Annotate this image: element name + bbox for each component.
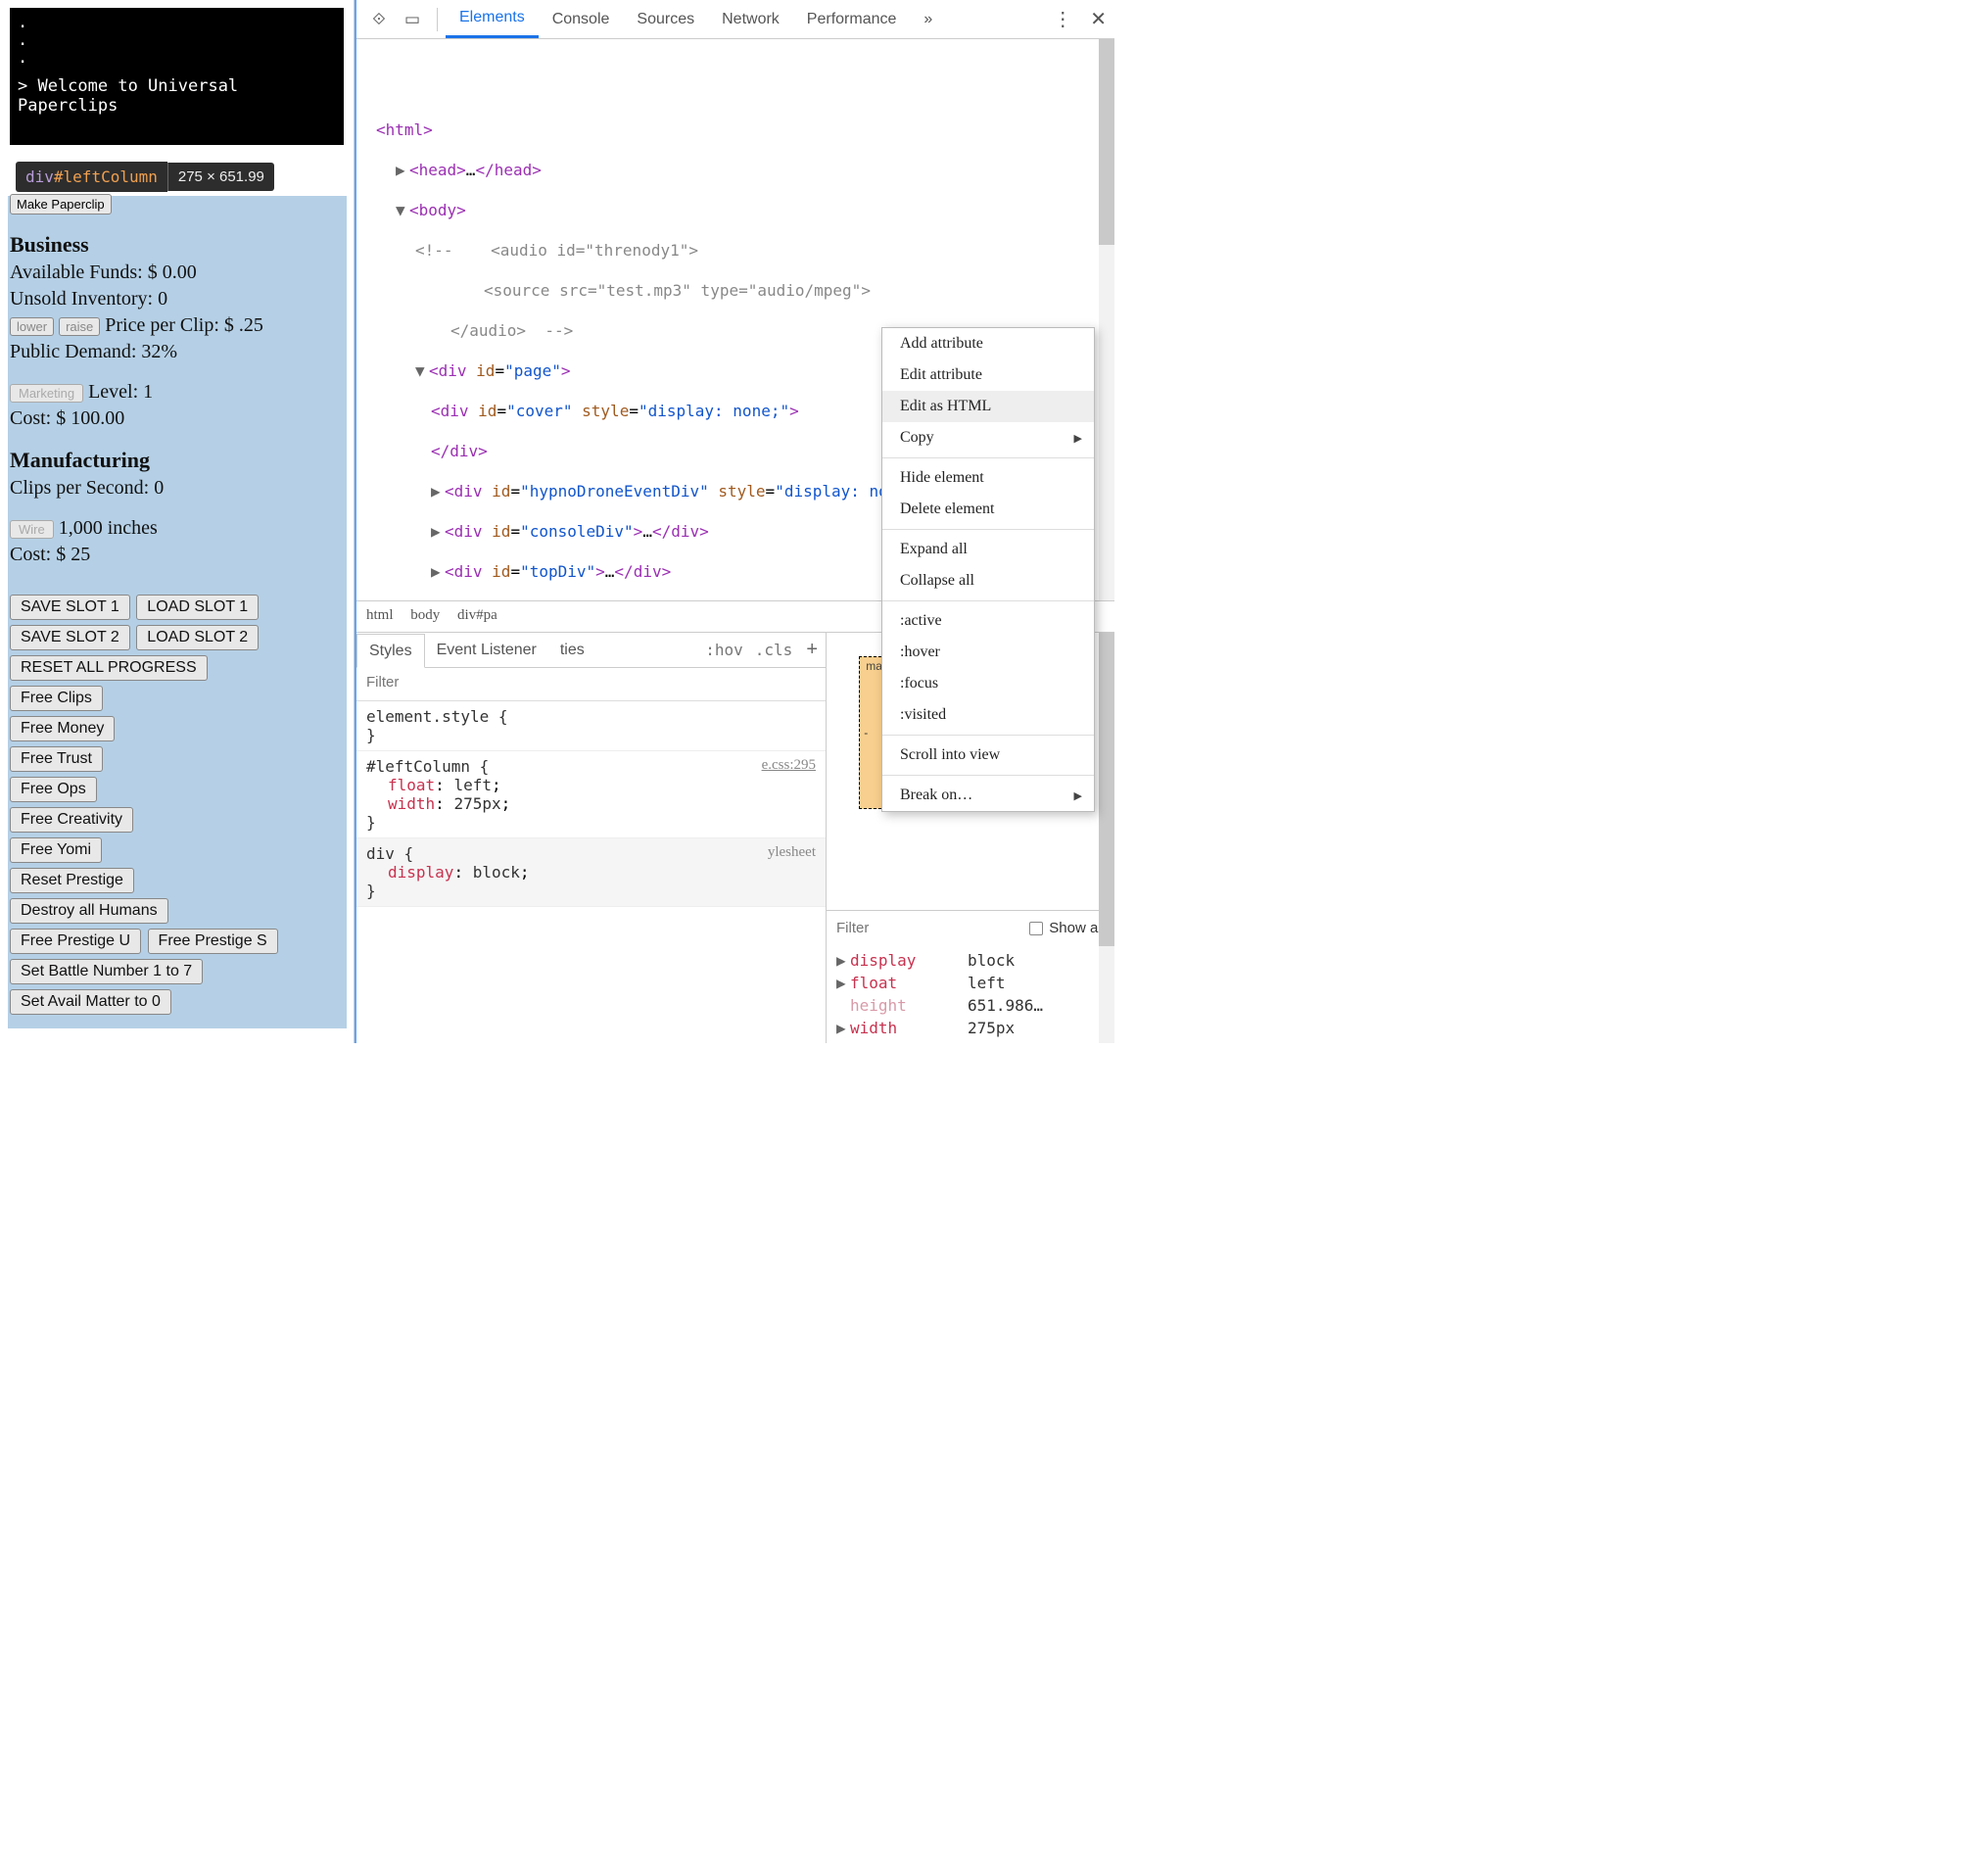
tab-console[interactable]: Console [539, 0, 624, 38]
show-all-toggle[interactable]: Show all [1029, 920, 1105, 936]
styles-pane: Styles Event Listener ties :hov .cls + e… [356, 633, 827, 1043]
debug-button[interactable]: Set Battle Number 1 to 7 [10, 959, 203, 984]
submenu-arrow-icon: ▶ [1074, 789, 1082, 802]
computed-filter-input[interactable] [836, 920, 934, 936]
ctx-copy[interactable]: Copy▶ [882, 422, 1094, 453]
debug-button[interactable]: Destroy all Humans [10, 898, 168, 924]
tab-elements[interactable]: Elements [446, 0, 539, 38]
console-dot: . [18, 31, 336, 49]
add-rule-icon[interactable]: + [806, 639, 818, 661]
save-slot-2-button[interactable]: SAVE SLOT 2 [10, 625, 130, 650]
load-slot-1-button[interactable]: LOAD SLOT 1 [136, 595, 259, 620]
more-tabs-icon[interactable]: » [910, 0, 946, 38]
ctx-scroll-into-view[interactable]: Scroll into view [882, 740, 1094, 771]
marketing-level: Level: 1 [88, 381, 153, 403]
css-source-label: ylesheet [768, 844, 816, 861]
device-toolbar-icon[interactable]: ▭ [396, 10, 429, 29]
ctx-visited[interactable]: :visited [882, 699, 1094, 731]
styles-tab[interactable]: Styles [356, 634, 425, 668]
devtools-panel: ⟐ ▭ Elements Console Sources Network Per… [355, 0, 1114, 1043]
css-source-link[interactable]: e.css:295 [762, 757, 816, 774]
submenu-arrow-icon: ▶ [1074, 432, 1082, 445]
hov-toggle[interactable]: :hov [699, 640, 749, 660]
ctx-collapse-all[interactable]: Collapse all [882, 565, 1094, 596]
close-devtools-icon[interactable]: ✕ [1090, 7, 1107, 31]
left-column: Make Paperclip Business Available Funds:… [10, 194, 344, 1017]
ctx-edit-attribute[interactable]: Edit attribute [882, 359, 1094, 391]
element-inspector-dim: 275 × 651.99 [167, 163, 274, 191]
lower-button[interactable]: lower [10, 317, 54, 336]
ctx-hover[interactable]: :hover [882, 637, 1094, 668]
debug-button[interactable]: Free Money [10, 716, 115, 741]
console-dot: . [18, 14, 336, 31]
styles-filter-input[interactable] [366, 674, 816, 691]
debug-button[interactable]: Free Ops [10, 777, 97, 802]
debug-button[interactable]: Set Avail Matter to 0 [10, 989, 171, 1015]
context-menu: Add attribute Edit attribute Edit as HTM… [881, 327, 1095, 812]
style-rule[interactable]: e.css:295 #leftColumn { float: left; wid… [356, 751, 826, 838]
wire-inches: 1,000 inches [59, 517, 158, 539]
debug-button[interactable]: Free Prestige U [10, 929, 141, 954]
tab-sources[interactable]: Sources [623, 0, 708, 38]
available-funds: Available Funds: $ 0.00 [10, 262, 344, 284]
tab-performance[interactable]: Performance [793, 0, 911, 38]
scrollbar-thumb[interactable] [1099, 633, 1114, 946]
computed-row[interactable]: ▶displayblock [836, 949, 1105, 972]
ctx-hide-element[interactable]: Hide element [882, 462, 1094, 494]
ctx-add-attribute[interactable]: Add attribute [882, 328, 1094, 359]
wire-cost: Cost: $ 25 [10, 544, 344, 566]
debug-button[interactable]: Free Trust [10, 746, 103, 772]
ctx-focus[interactable]: :focus [882, 668, 1094, 699]
unsold-inventory: Unsold Inventory: 0 [10, 288, 344, 310]
debug-button[interactable]: Free Clips [10, 686, 103, 711]
inspect-element-icon[interactable]: ⟐ [362, 10, 396, 29]
debug-button[interactable]: Free Yomi [10, 837, 102, 863]
tab-network[interactable]: Network [708, 0, 793, 38]
save-slot-1-button[interactable]: SAVE SLOT 1 [10, 595, 130, 620]
console-welcome: > Welcome to Universal Paperclips [18, 76, 336, 116]
devtools-tabbar: ⟐ ▭ Elements Console Sources Network Per… [356, 0, 1114, 39]
computed-row[interactable]: ▶width275px [836, 1017, 1105, 1039]
properties-tab[interactable]: ties [548, 633, 596, 667]
console: . . . > Welcome to Universal Paperclips [10, 8, 344, 145]
style-rule[interactable]: element.style { } [356, 701, 826, 751]
debug-button[interactable]: Free Creativity [10, 807, 133, 833]
ctx-break-on[interactable]: Break on…▶ [882, 780, 1094, 811]
computed-row[interactable]: height651.986… [836, 994, 1105, 1017]
debug-button[interactable]: Reset Prestige [10, 868, 134, 893]
ctx-edit-as-html[interactable]: Edit as HTML [882, 391, 1094, 422]
event-listeners-tab[interactable]: Event Listener [425, 633, 548, 667]
public-demand: Public Demand: 32% [10, 341, 344, 363]
debug-button[interactable]: Free Prestige S [148, 929, 278, 954]
make-paperclip-button[interactable]: Make Paperclip [10, 194, 112, 215]
clips-per-second: Clips per Second: 0 [10, 477, 344, 500]
ctx-delete-element[interactable]: Delete element [882, 494, 1094, 525]
computed-row[interactable]: ▶floatleft [836, 972, 1105, 994]
raise-button[interactable]: raise [59, 317, 100, 336]
manufacturing-heading: Manufacturing [10, 448, 344, 473]
console-dot: . [18, 49, 336, 67]
page-panel: . . . > Welcome to Universal Paperclips … [0, 0, 355, 1043]
business-heading: Business [10, 232, 344, 258]
kebab-menu-icon[interactable]: ⋮ [1053, 7, 1072, 31]
wire-button[interactable]: Wire [10, 520, 54, 539]
load-slot-2-button[interactable]: LOAD SLOT 2 [136, 625, 259, 650]
element-inspector-tip: div#leftColumn 275 × 651.99 [16, 162, 274, 192]
cls-toggle[interactable]: .cls [749, 640, 799, 660]
ctx-expand-all[interactable]: Expand all [882, 534, 1094, 565]
style-rule[interactable]: ylesheet div { display: block; } [356, 838, 826, 907]
scrollbar-thumb[interactable] [1099, 39, 1114, 245]
ctx-active[interactable]: :active [882, 605, 1094, 637]
marketing-button[interactable]: Marketing [10, 384, 83, 403]
price-per-clip: Price per Clip: $ .25 [105, 314, 263, 336]
marketing-cost: Cost: $ 100.00 [10, 407, 344, 430]
reset-progress-button[interactable]: RESET ALL PROGRESS [10, 655, 208, 681]
